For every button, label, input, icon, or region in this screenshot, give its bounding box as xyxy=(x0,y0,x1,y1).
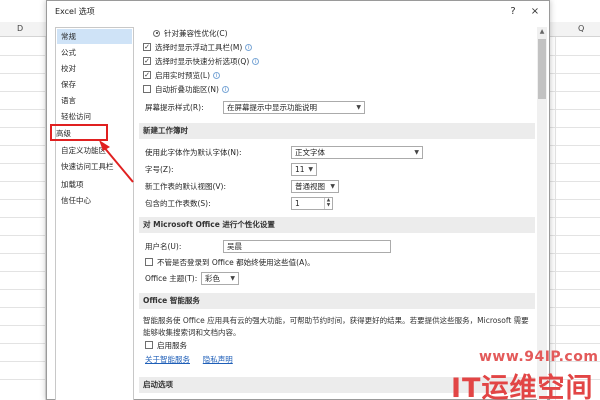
column-letter: Q xyxy=(578,24,585,33)
help-button[interactable]: ? xyxy=(505,4,521,20)
default-font-label: 使用此字体作为默认字体(N): xyxy=(145,148,242,157)
sheet-count-spinner[interactable]: 1 ▲ ▼ xyxy=(291,197,333,210)
intelligent-services-section-header: Office 智能服务 xyxy=(139,293,535,309)
excel-options-dialog: Excel 选项 ? × 常规 公式 校对 保存 语言 轻松访问 高级 自定义功… xyxy=(46,0,550,400)
collapse-ribbon-label: 自动折叠功能区(N) xyxy=(155,85,219,94)
office-theme-label: Office 主题(T): xyxy=(145,274,198,283)
sheet-count-value: 1 xyxy=(295,199,300,208)
nav-item-language[interactable]: 语言 xyxy=(57,93,132,108)
office-theme-select[interactable]: 彩色 ▼ xyxy=(201,272,239,285)
screentip-label: 屏幕提示样式(R): xyxy=(145,103,204,112)
default-font-value: 正文字体 xyxy=(295,148,325,157)
chevron-down-icon: ▼ xyxy=(308,166,313,173)
intelligent-services-description: 智能服务使 Office 应用具有云的强大功能，可帮助节约时间，获得更好的结果。… xyxy=(143,316,529,337)
checkbox-checked-icon[interactable]: ✓ xyxy=(143,57,151,65)
collapse-ribbon-option[interactable]: 自动折叠功能区(N) i xyxy=(143,83,229,96)
compat-option[interactable]: 针对兼容性优化(C) xyxy=(153,27,228,40)
default-view-select[interactable]: 普通视图 ▼ xyxy=(291,180,339,193)
column-letter: D xyxy=(17,24,24,33)
scroll-up-icon[interactable]: ▲ xyxy=(537,27,547,37)
nav-item-formulas[interactable]: 公式 xyxy=(57,45,132,60)
checkbox-unchecked-icon[interactable] xyxy=(145,341,153,349)
checkbox-checked-icon[interactable]: ✓ xyxy=(143,71,151,79)
screentip-style-value: 在屏幕提示中显示功能说明 xyxy=(227,103,317,112)
enable-services-label: 启用服务 xyxy=(157,341,187,350)
mini-toolbar-option[interactable]: ✓ 选择时显示浮动工具栏(M) i xyxy=(143,41,253,54)
enable-services-option[interactable]: 启用服务 xyxy=(145,339,187,352)
checkbox-checked-icon[interactable]: ✓ xyxy=(143,43,151,51)
quick-analysis-label: 选择时显示快速分析选项(Q) xyxy=(155,57,250,66)
nav-item-trust-center[interactable]: 信任中心 xyxy=(57,193,132,208)
office-theme-value: 彩色 xyxy=(205,274,220,283)
font-size-value: 11 xyxy=(295,165,305,174)
always-use-label: 不管是否登录到 Office 都始终使用这些值(A)。 xyxy=(157,258,315,267)
radio-selected-icon[interactable] xyxy=(153,29,160,37)
new-workbook-section-header: 新建工作簿时 xyxy=(139,123,535,139)
nav-item-customize-ribbon[interactable]: 自定义功能区 xyxy=(57,143,132,158)
chevron-down-icon: ▼ xyxy=(330,183,335,190)
watermark-text: IT运维空间 xyxy=(451,373,594,400)
nav-item-general[interactable]: 常规 xyxy=(57,29,132,44)
options-content-panel: 针对兼容性优化(C) ✓ 选择时显示浮动工具栏(M) i ✓ 选择时显示快速分析选项(… xyxy=(139,27,535,400)
always-use-option[interactable]: 不管是否登录到 Office 都始终使用这些值(A)。 xyxy=(145,256,315,269)
nav-item-advanced[interactable]: 高级 xyxy=(50,124,108,141)
nav-item-proofing[interactable]: 校对 xyxy=(57,61,132,76)
live-preview-option[interactable]: ✓ 启用实时预览(L) i xyxy=(143,69,221,82)
chevron-down-icon: ▼ xyxy=(230,275,235,282)
username-input[interactable]: 吴晨 xyxy=(223,240,391,253)
scrollbar-thumb[interactable] xyxy=(538,39,546,99)
close-button[interactable]: × xyxy=(527,4,543,20)
info-icon: i xyxy=(252,57,260,65)
font-size-label: 字号(Z): xyxy=(145,165,174,174)
chevron-down-icon: ▼ xyxy=(414,149,419,156)
watermark-url: www.94IP.com xyxy=(479,349,599,365)
privacy-statement-link[interactable]: 隐私声明 xyxy=(203,355,233,364)
vertical-scrollbar[interactable]: ▲ xyxy=(537,27,547,400)
nav-item-add-ins[interactable]: 加载项 xyxy=(57,177,132,192)
screentip-style-select[interactable]: 在屏幕提示中显示功能说明 ▼ xyxy=(223,101,365,114)
personalize-section-header: 对 Microsoft Office 进行个性化设置 xyxy=(139,217,535,233)
options-category-list: 常规 公式 校对 保存 语言 轻松访问 高级 自定义功能区 快速访问工具栏 加载… xyxy=(50,27,134,400)
default-view-label: 新工作表的默认视图(V): xyxy=(145,182,227,191)
username-label: 用户名(U): xyxy=(145,242,182,251)
chevron-down-icon: ▼ xyxy=(356,104,361,111)
sheet-count-label: 包含的工作表数(S): xyxy=(145,199,211,208)
info-icon: i xyxy=(213,71,221,79)
info-icon: i xyxy=(221,85,229,93)
live-preview-label: 启用实时预览(L) xyxy=(155,71,211,80)
dialog-title: Excel 选项 xyxy=(55,7,95,16)
checkbox-unchecked-icon[interactable] xyxy=(145,258,153,266)
font-size-select[interactable]: 11 ▼ xyxy=(291,163,317,176)
mini-toolbar-label: 选择时显示浮动工具栏(M) xyxy=(155,43,243,52)
dialog-titlebar[interactable]: Excel 选项 ? × xyxy=(47,1,549,23)
checkbox-unchecked-icon[interactable] xyxy=(143,85,151,93)
spin-arrows-icon[interactable]: ▲ ▼ xyxy=(324,198,332,209)
quick-analysis-option[interactable]: ✓ 选择时显示快速分析选项(Q) i xyxy=(143,55,260,68)
nav-item-save[interactable]: 保存 xyxy=(57,77,132,92)
compat-option-label: 针对兼容性优化(C) xyxy=(164,29,228,38)
nav-item-quick-access-toolbar[interactable]: 快速访问工具栏 xyxy=(57,159,132,174)
nav-item-ease-of-access[interactable]: 轻松访问 xyxy=(57,109,132,124)
info-icon: i xyxy=(245,43,253,51)
default-font-select[interactable]: 正文字体 ▼ xyxy=(291,146,423,159)
about-intelligent-services-link[interactable]: 关于智能服务 xyxy=(145,355,190,364)
default-view-value: 普通视图 xyxy=(295,182,325,191)
intelligent-links: 关于智能服务 隐私声明 xyxy=(145,353,233,366)
